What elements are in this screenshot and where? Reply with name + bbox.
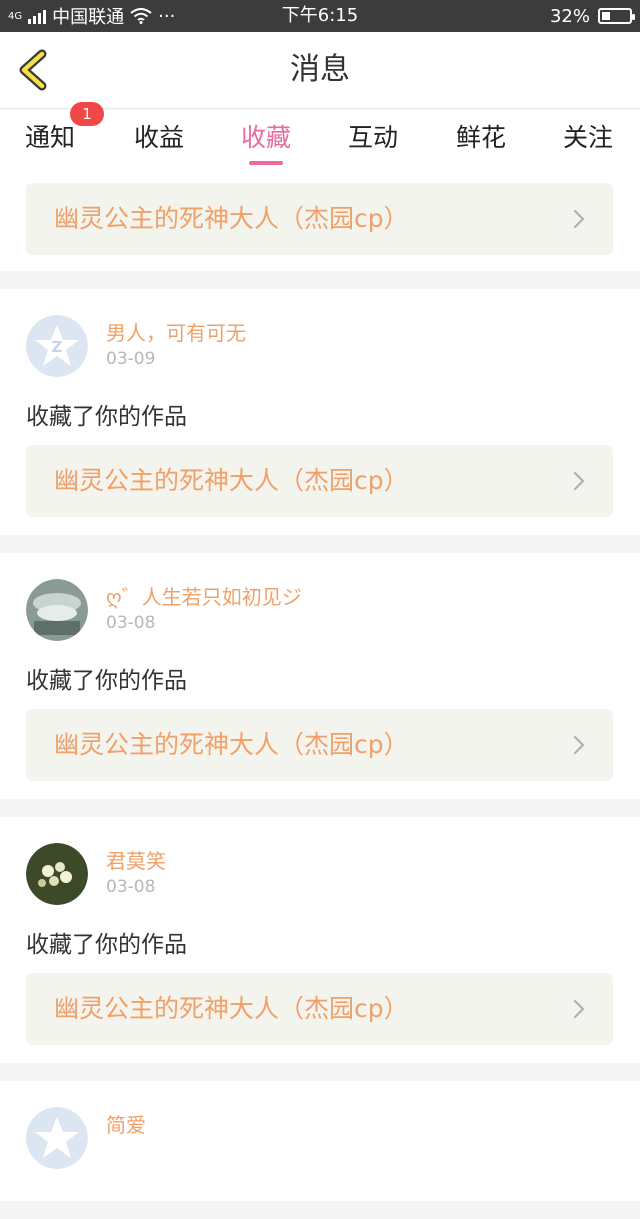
chevron-right-icon — [573, 471, 585, 491]
date: 03-08 — [106, 877, 156, 897]
work-link[interactable]: 幽灵公主的死神大人（杰园cp） — [26, 183, 613, 255]
action-text: 收藏了你的作品 — [26, 404, 187, 430]
clock: 下午6:15 — [281, 5, 359, 26]
date: 03-08 — [106, 613, 156, 633]
tab-favorites[interactable]: 收藏 — [216, 109, 316, 171]
tab-label: 互动 — [347, 123, 398, 152]
list-item: 幽灵公主的死神大人（杰园cp） — [0, 171, 640, 271]
page-title: 消息 — [290, 52, 350, 87]
avatar[interactable]: Z — [26, 315, 88, 377]
username[interactable]: 君莫笑 — [106, 845, 166, 874]
svg-text:Z: Z — [52, 338, 63, 356]
work-link[interactable]: 幽灵公主的死神大人（杰园cp） — [26, 973, 613, 1045]
list-item: Z 男人，可有可无 03-09 收藏了你的作品 幽灵公主的死神大人（杰园cp） — [0, 289, 640, 535]
default-avatar-icon — [26, 1107, 88, 1169]
work-title: 幽灵公主的死神大人（杰园cp） — [54, 730, 409, 759]
battery-icon — [598, 8, 635, 24]
tab-label: 收益 — [133, 123, 184, 152]
tab-flowers[interactable]: 鲜花 — [431, 109, 531, 171]
work-title: 幽灵公主的死神大人（杰园cp） — [54, 994, 409, 1023]
username[interactable]: 男人，可有可无 — [106, 317, 246, 346]
chevron-right-icon — [573, 735, 585, 755]
date: 03-09 — [106, 349, 156, 369]
action-text: 收藏了你的作品 — [26, 668, 187, 694]
list-item: 君莫笑 03-08 收藏了你的作品 幽灵公主的死神大人（杰园cp） — [0, 817, 640, 1063]
chevron-right-icon — [573, 209, 585, 229]
tab-label: 通知 — [24, 123, 75, 152]
avatar[interactable] — [26, 843, 88, 905]
user-photo-icon — [26, 579, 88, 641]
header: 消息 — [0, 32, 640, 109]
work-link[interactable]: 幽灵公主的死神大人（杰园cp） — [26, 445, 613, 517]
unread-badge: 1 — [70, 102, 104, 126]
action-text: 收藏了你的作品 — [26, 932, 187, 958]
tab-notifications[interactable]: 通知 1 — [0, 102, 104, 171]
tab-interactions[interactable]: 互动 — [323, 109, 423, 171]
battery-percent: 32% — [549, 5, 590, 27]
tab-label: 关注 — [562, 123, 613, 152]
username[interactable]: 简爱 — [106, 1109, 146, 1138]
list-item: ღ゛人生若只如初见ジ 03-08 收藏了你的作品 幽灵公主的死神大人（杰园cp） — [0, 553, 640, 799]
work-link[interactable]: 幽灵公主的死神大人（杰园cp） — [26, 709, 613, 781]
tab-label: 收藏 — [240, 123, 291, 152]
username[interactable]: ღ゛人生若只如初见ジ — [106, 581, 302, 610]
default-avatar-icon: Z — [26, 315, 88, 377]
tab-earnings[interactable]: 收益 — [109, 109, 209, 171]
work-title: 幽灵公主的死神大人（杰园cp） — [54, 204, 409, 233]
user-photo-icon — [26, 843, 88, 905]
avatar[interactable] — [26, 579, 88, 641]
tab-label: 鲜花 — [455, 123, 506, 152]
work-title: 幽灵公主的死神大人（杰园cp） — [54, 466, 409, 495]
list-item: 简爱 — [0, 1081, 640, 1201]
message-list: 幽灵公主的死神大人（杰园cp） Z 男人，可有可无 03-09 收藏了你的作品 … — [0, 171, 640, 1219]
tab-bar: 通知 1 收益 收藏 互动 鲜花 关注 — [0, 102, 640, 171]
status-bar: 4G 中国联通 ··· 下午6:15 32% — [0, 0, 640, 32]
tab-follows[interactable]: 关注 — [538, 109, 638, 171]
chevron-right-icon — [573, 999, 585, 1019]
avatar[interactable] — [26, 1107, 88, 1169]
